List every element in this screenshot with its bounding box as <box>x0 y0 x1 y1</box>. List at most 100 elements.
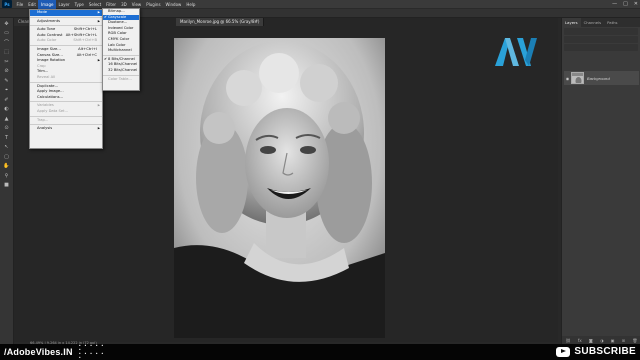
eyedropper-tool-icon[interactable]: ✎ <box>3 78 10 85</box>
tab-channels[interactable]: Channels <box>581 18 605 27</box>
zoom-tool-icon[interactable]: ⚲ <box>3 173 10 180</box>
crop-tool-icon[interactable]: ✂ <box>3 59 10 66</box>
healing-tool-icon[interactable]: ⌖ <box>3 87 10 94</box>
menu-item-calculations[interactable]: Calculations... <box>30 95 102 101</box>
menu-item-label: Crop <box>37 63 46 68</box>
menu-item-label: Auto Color <box>37 38 57 43</box>
menu-item-auto-color: Auto Color Shift+Ctrl+B <box>30 38 102 44</box>
menu-item-label: Adjustments <box>37 18 61 23</box>
eye-icon[interactable]: ◉ <box>564 76 571 81</box>
fx-icon[interactable]: fx <box>578 338 582 343</box>
color-swatch-icon[interactable]: ■ <box>3 182 10 189</box>
menu-item-label: Image Size... <box>37 46 61 51</box>
mode-item-label: RGB Color <box>108 31 127 36</box>
menu-item-label: Trim... <box>37 69 49 74</box>
link-icon[interactable]: ⛓ <box>566 338 571 343</box>
menu-plugins[interactable]: Plugins <box>144 0 163 9</box>
layer-thumbnail <box>571 72 584 84</box>
menu-item-shortcut: Shift+Ctrl+B <box>73 38 97 43</box>
brush-tool-icon[interactable]: ✐ <box>3 97 10 104</box>
menu-item-analysis[interactable]: Analysis ▶ <box>30 126 102 132</box>
lasso-tool-icon[interactable]: ⌒ <box>3 40 10 47</box>
mode-item-label: 16 Bits/Channel <box>108 62 138 67</box>
adjustment-icon[interactable]: ◑ <box>600 338 604 343</box>
folder-icon[interactable]: ▣ <box>611 338 615 343</box>
shape-tool-icon[interactable]: ▢ <box>3 154 10 161</box>
menu-edit[interactable]: Edit <box>26 0 39 9</box>
document-tab-active[interactable]: Marilyn_Monroe.jpg @ 66.5% (Gray/8#) <box>176 18 265 26</box>
subscribe-label: SUBSCRIBE <box>574 346 636 357</box>
panel-tabs: Layers Channels Paths <box>562 18 640 27</box>
menu-item-adjustments[interactable]: Adjustments ▶ <box>30 19 102 25</box>
window-controls: — □ ✕ <box>612 0 638 9</box>
hand-tool-icon[interactable]: ✋ <box>3 163 10 170</box>
adobevibes-logo <box>495 38 537 66</box>
menu-item-label: Analysis <box>37 126 53 131</box>
marquee-tool-icon[interactable]: ▭ <box>3 30 10 37</box>
branding-bar: /AdobeVibes.IN • • • • • • • • • • • • SU… <box>0 344 640 360</box>
move-tool-icon[interactable]: ✥ <box>3 21 10 28</box>
select-tool-icon[interactable]: ⬚ <box>3 49 10 56</box>
menu-item-trap: Trap... <box>30 118 102 124</box>
menu-help[interactable]: Help <box>184 0 198 9</box>
maximize-button[interactable]: □ <box>623 0 628 9</box>
type-tool-icon[interactable]: T <box>3 135 10 142</box>
menu-item-label: Image Rotation <box>37 58 66 63</box>
lock-row[interactable] <box>564 44 638 51</box>
menu-item-label: Auto Tone <box>37 27 56 32</box>
menu-separator <box>30 25 102 27</box>
eraser-tool-icon[interactable]: ⊙ <box>3 125 10 132</box>
menu-item-label: Canvas Size... <box>37 52 63 57</box>
trash-icon[interactable]: 🗑 <box>632 338 637 343</box>
mode-item-label: Grayscale <box>108 14 127 19</box>
tab-paths[interactable]: Paths <box>604 18 620 27</box>
mode-item-label: Multichannel <box>108 48 132 53</box>
menu-item-label: Apply Data Set... <box>37 108 69 113</box>
blend-mode-row[interactable] <box>564 36 638 43</box>
history-brush-icon[interactable]: ▲ <box>3 116 10 123</box>
mode-item-label: Color Table... <box>108 76 132 81</box>
menu-separator <box>30 101 102 103</box>
layers-panel-footer: ⛓ fx ◙ ◑ ▣ ⊞ 🗑 <box>562 336 640 344</box>
portrait-photo[interactable] <box>174 38 385 338</box>
mode-item-label: Indexed Color <box>108 25 134 30</box>
menu-window[interactable]: Window <box>163 0 184 9</box>
close-window-button[interactable]: ✕ <box>634 0 638 9</box>
tools-panel: ✥ ▭ ⌒ ⬚ ✂ ⊘ ✎ ⌖ ✐ ◐ ▲ ⊙ T ↖ ▢ ✋ ⚲ ■ <box>0 18 14 344</box>
menu-item-reveal-all: Reveal All <box>30 75 102 81</box>
channel-handle: /AdobeVibes.IN <box>4 347 73 357</box>
tab-layers[interactable]: Layers <box>562 18 581 27</box>
path-select-icon[interactable]: ↖ <box>3 144 10 151</box>
minimize-button[interactable]: — <box>612 0 617 9</box>
mask-icon[interactable]: ◙ <box>589 338 593 343</box>
menu-item-label: Auto Contrast <box>37 32 63 37</box>
menu-type[interactable]: Type <box>72 0 86 9</box>
decorative-dots: • • • • • • • • • • • • <box>78 343 105 360</box>
menu-item-label: Duplicate... <box>37 83 59 88</box>
menu-file[interactable]: File <box>14 0 26 9</box>
menu-item-label: Variables <box>37 103 54 108</box>
layer-item-background[interactable]: ◉ Background <box>564 71 639 85</box>
layers-panel: Layers Channels Paths ◉ Background ⛓ fx ◙ ◑… <box>561 18 640 344</box>
frame-tool-icon[interactable]: ⊘ <box>3 68 10 75</box>
mode-item-32-bits-channel[interactable]: 32 Bits/Channel <box>103 68 139 74</box>
menu-image[interactable]: Image <box>38 0 56 9</box>
stamp-tool-icon[interactable]: ◐ <box>3 106 10 113</box>
menu-layer[interactable]: Layer <box>56 0 72 9</box>
menu-separator <box>30 16 102 18</box>
menu-item-mode[interactable]: Mode ▶ <box>30 10 102 16</box>
menu-separator <box>30 44 102 46</box>
layer-filter-row[interactable] <box>564 28 638 35</box>
menu-item-label: Trap... <box>37 117 49 122</box>
menu-item-label: Reveal All <box>37 74 56 79</box>
mode-item-label: Lab Color <box>108 42 126 47</box>
subscribe-button[interactable]: SUBSCRIBE <box>556 346 636 357</box>
new-layer-icon[interactable]: ⊞ <box>622 338 625 343</box>
photoshop-logo: Ps <box>2 0 12 8</box>
submenu-arrow-icon: ▶ <box>97 18 100 23</box>
mode-item-multichannel[interactable]: Multichannel <box>103 48 139 54</box>
mode-item-color-table: Color Table... <box>103 77 139 83</box>
menu-item-label: Mode <box>37 10 48 14</box>
image-menu-dropdown: Mode ▶ Adjustments ▶ Auto Tone Shift+Ctrl+L Au… <box>29 9 103 149</box>
mode-item-label: CMYK Color <box>108 36 130 41</box>
